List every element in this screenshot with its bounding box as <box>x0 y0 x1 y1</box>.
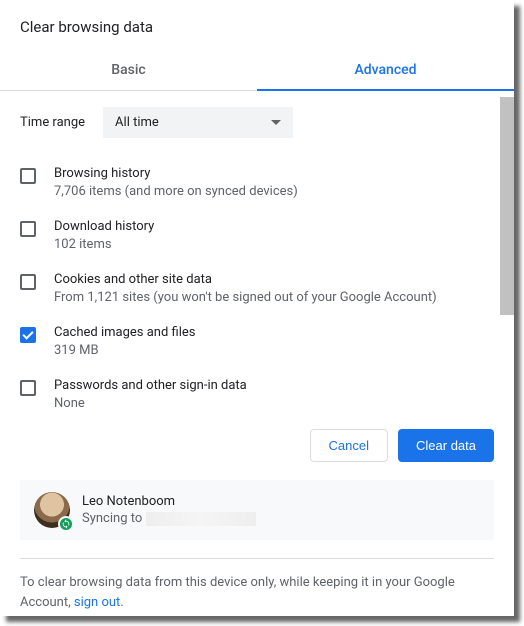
item-cookies: Cookies and other site data From 1,121 s… <box>20 262 494 315</box>
footer-text-after: . <box>120 595 123 610</box>
time-range-label: Time range <box>20 115 85 130</box>
account-text: Leo Notenboom Syncing to <box>82 494 256 526</box>
scroll-area: Time range All time Browsing history 7,7… <box>0 91 514 409</box>
sync-badge-icon <box>58 516 74 532</box>
item-title: Cached images and files <box>54 325 490 340</box>
checkbox-download-history[interactable] <box>20 221 36 237</box>
item-cached: Cached images and files 319 MB <box>20 315 494 368</box>
scrollbar-thumb[interactable] <box>500 97 514 315</box>
sign-out-link[interactable]: sign out <box>74 595 120 610</box>
checkbox-passwords[interactable] <box>20 380 36 396</box>
item-sub: 319 MB <box>54 343 490 358</box>
item-sub: 7,706 items (and more on synced devices) <box>54 184 490 199</box>
data-type-list: Browsing history 7,706 items (and more o… <box>20 156 494 409</box>
avatar <box>34 492 70 528</box>
item-title: Cookies and other site data <box>54 272 490 287</box>
clear-browsing-data-dialog: Clear browsing data Basic Advanced Time … <box>0 0 514 616</box>
time-range-value: All time <box>115 115 159 130</box>
account-sync-status: Syncing to <box>82 511 256 526</box>
item-sub: From 1,121 sites (you won't be signed ou… <box>54 290 490 305</box>
item-passwords: Passwords and other sign-in data None <box>20 368 494 409</box>
chevron-down-icon <box>271 120 281 126</box>
dialog-title: Clear browsing data <box>0 0 514 50</box>
checkbox-browsing-history[interactable] <box>20 168 36 184</box>
checkbox-cached[interactable] <box>20 327 36 343</box>
checkbox-cookies[interactable] <box>20 274 36 290</box>
item-sub: None <box>54 396 490 409</box>
cancel-button[interactable]: Cancel <box>310 429 388 462</box>
item-title: Download history <box>54 219 490 234</box>
dialog-actions: Cancel Clear data <box>0 409 514 480</box>
time-range-select[interactable]: All time <box>103 107 293 138</box>
footer-note: To clear browsing data from this device … <box>0 559 514 612</box>
account-name: Leo Notenboom <box>82 494 256 509</box>
tabs: Basic Advanced <box>0 50 514 91</box>
item-sub: 102 items <box>54 237 490 252</box>
tab-advanced[interactable]: Advanced <box>257 50 514 90</box>
item-download-history: Download history 102 items <box>20 209 494 262</box>
sync-prefix: Syncing to <box>82 511 142 526</box>
item-title: Browsing history <box>54 166 490 181</box>
redacted-email <box>146 512 256 526</box>
account-panel: Leo Notenboom Syncing to <box>20 480 494 540</box>
clear-data-button[interactable]: Clear data <box>398 429 494 462</box>
time-range-row: Time range All time <box>20 91 494 156</box>
item-browsing-history: Browsing history 7,706 items (and more o… <box>20 156 494 209</box>
tab-basic[interactable]: Basic <box>0 50 257 90</box>
item-title: Passwords and other sign-in data <box>54 378 490 393</box>
